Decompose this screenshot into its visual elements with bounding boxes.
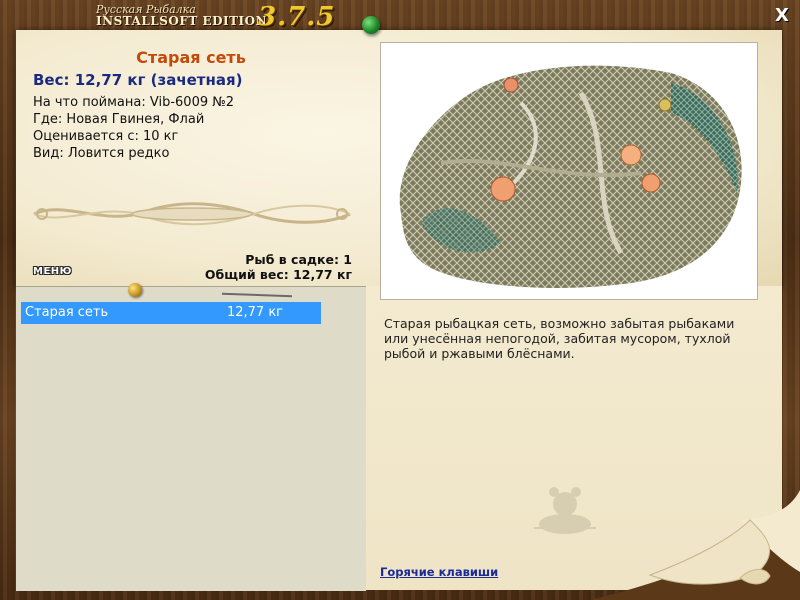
list-item-weight: 12,77 кг xyxy=(226,305,283,320)
list-item-name: Старая сеть xyxy=(25,305,109,320)
gold-pin-icon xyxy=(128,283,142,297)
fish-weight: Вес: 12,77 кг (зачетная) xyxy=(33,71,243,89)
logo-version: 3.7.5 xyxy=(258,2,336,32)
fish-photo-frame xyxy=(380,42,758,300)
keepnet-list-item[interactable]: Старая сеть 12,77 кг xyxy=(21,302,321,324)
fish-name: Старая сеть xyxy=(136,48,246,67)
hotkeys-link[interactable]: Горячие клавиши xyxy=(380,565,498,579)
caught-with: На что поймана: Vib-6009 №2 xyxy=(33,95,235,110)
title-bar: Русская Рыбалка INSTALLSOFT EDITION 3.7.… xyxy=(0,0,800,34)
green-pin-icon xyxy=(362,16,380,34)
fishing-net-photo xyxy=(399,65,742,288)
total-weight: Общий вес: 12,77 кг xyxy=(204,267,352,282)
ornament-divider xyxy=(33,202,351,226)
fish-count: Рыб в садке: 1 xyxy=(245,252,352,267)
fish-description: Старая рыбацкая сеть, возможно забытая р… xyxy=(384,316,735,361)
valued-from: Оценивается с: 10 кг xyxy=(33,129,179,144)
logo-edition: INSTALLSOFT EDITION xyxy=(96,14,268,28)
keepnet-stats: Рыб в садке: 1 Общий вес: 12,77 кг xyxy=(190,252,352,282)
catch-location: Где: Новая Гвинея, Флай xyxy=(33,112,205,127)
page-curl-decoration xyxy=(590,490,800,600)
close-button[interactable]: X xyxy=(772,6,792,26)
fish-kind: Вид: Ловится редко xyxy=(33,146,170,161)
menu-button[interactable]: МЕНЮ xyxy=(33,266,72,277)
keepnet-list-panel xyxy=(16,286,366,591)
